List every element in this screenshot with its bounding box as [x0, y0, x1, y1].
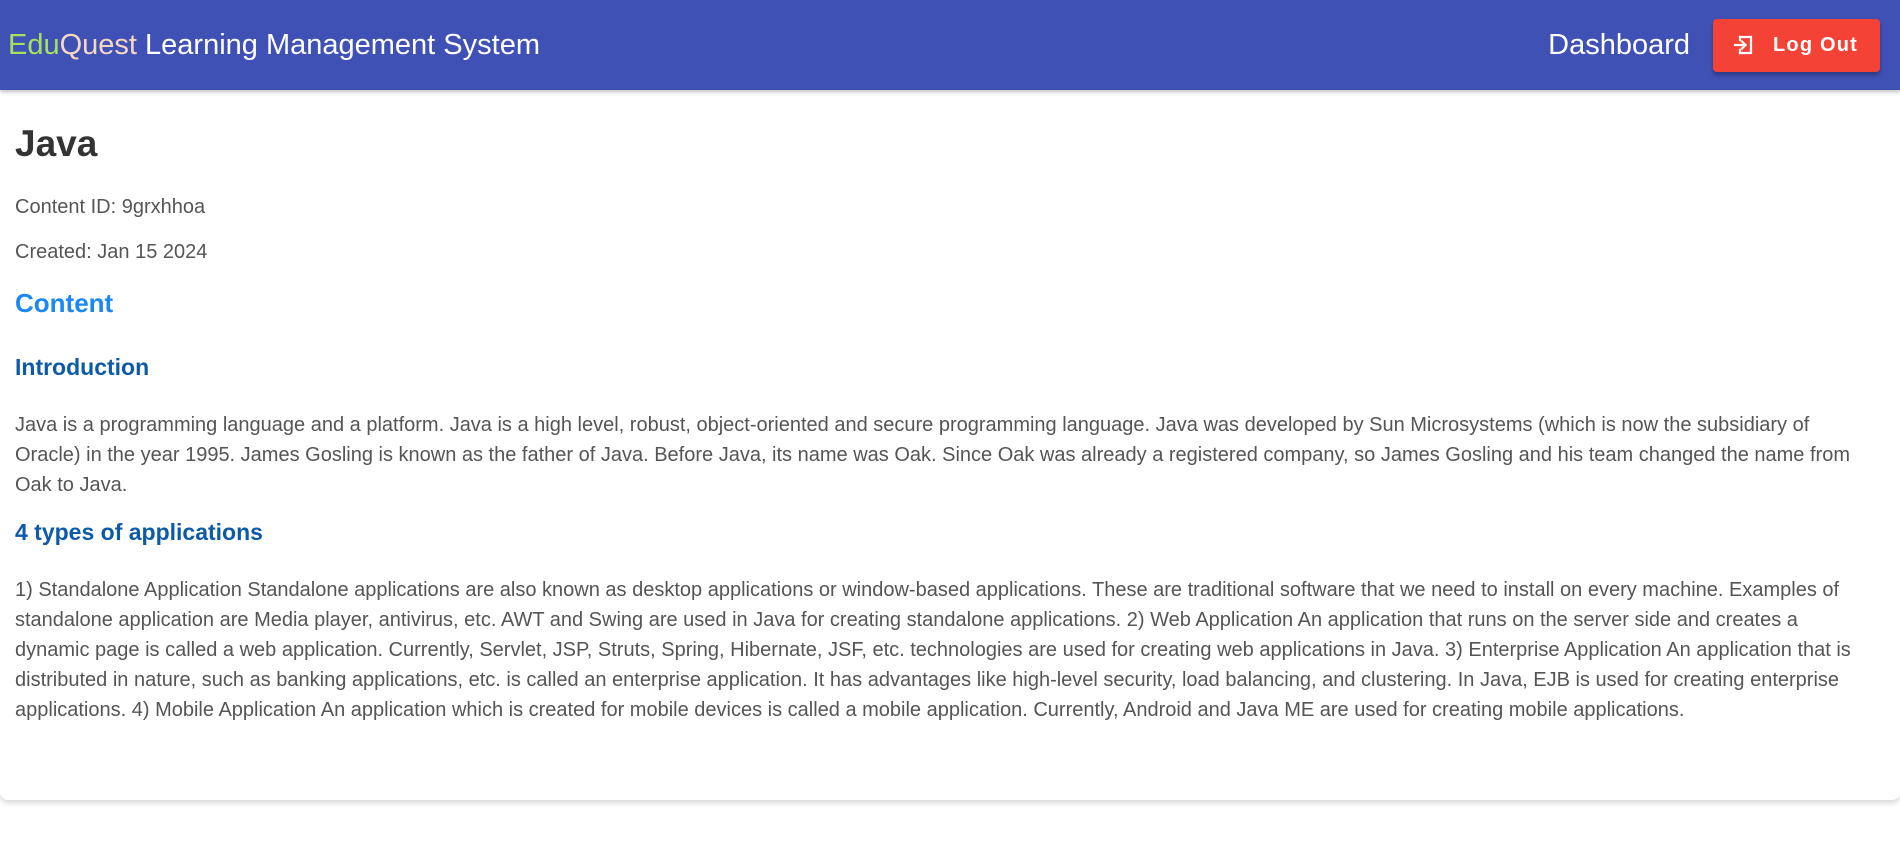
- logout-icon: [1731, 33, 1755, 57]
- app-bar: EduQuest Learning Management System Dash…: [0, 0, 1900, 90]
- content-id: Content ID: 9grxhhoa: [15, 196, 206, 218]
- content-section-heading: Content: [15, 288, 114, 318]
- logout-label: Log Out: [1773, 33, 1859, 56]
- introduction-heading: Introduction: [15, 354, 150, 380]
- application-types-text: 1) Standalone Application Standalone app…: [15, 579, 1851, 721]
- app-title: EduQuest Learning Management System: [8, 29, 540, 62]
- brand-quest: Quest: [59, 28, 137, 61]
- dashboard-link[interactable]: Dashboard: [1548, 29, 1690, 62]
- introduction-text: Java is a programming language and a pla…: [15, 414, 1850, 496]
- nav-actions: Dashboard Log Out: [1548, 18, 1880, 72]
- content-card: Java Content ID: 9grxhhoa Created: Jan 1…: [0, 90, 1900, 800]
- created-date: Created: Jan 15 2024: [15, 241, 208, 263]
- brand-edu: Edu: [8, 28, 60, 61]
- logout-button[interactable]: Log Out: [1713, 18, 1880, 72]
- content-title: Java: [15, 123, 98, 164]
- brand-subtitle: Learning Management System: [136, 28, 540, 61]
- application-types-heading: 4 types of applications: [15, 519, 263, 545]
